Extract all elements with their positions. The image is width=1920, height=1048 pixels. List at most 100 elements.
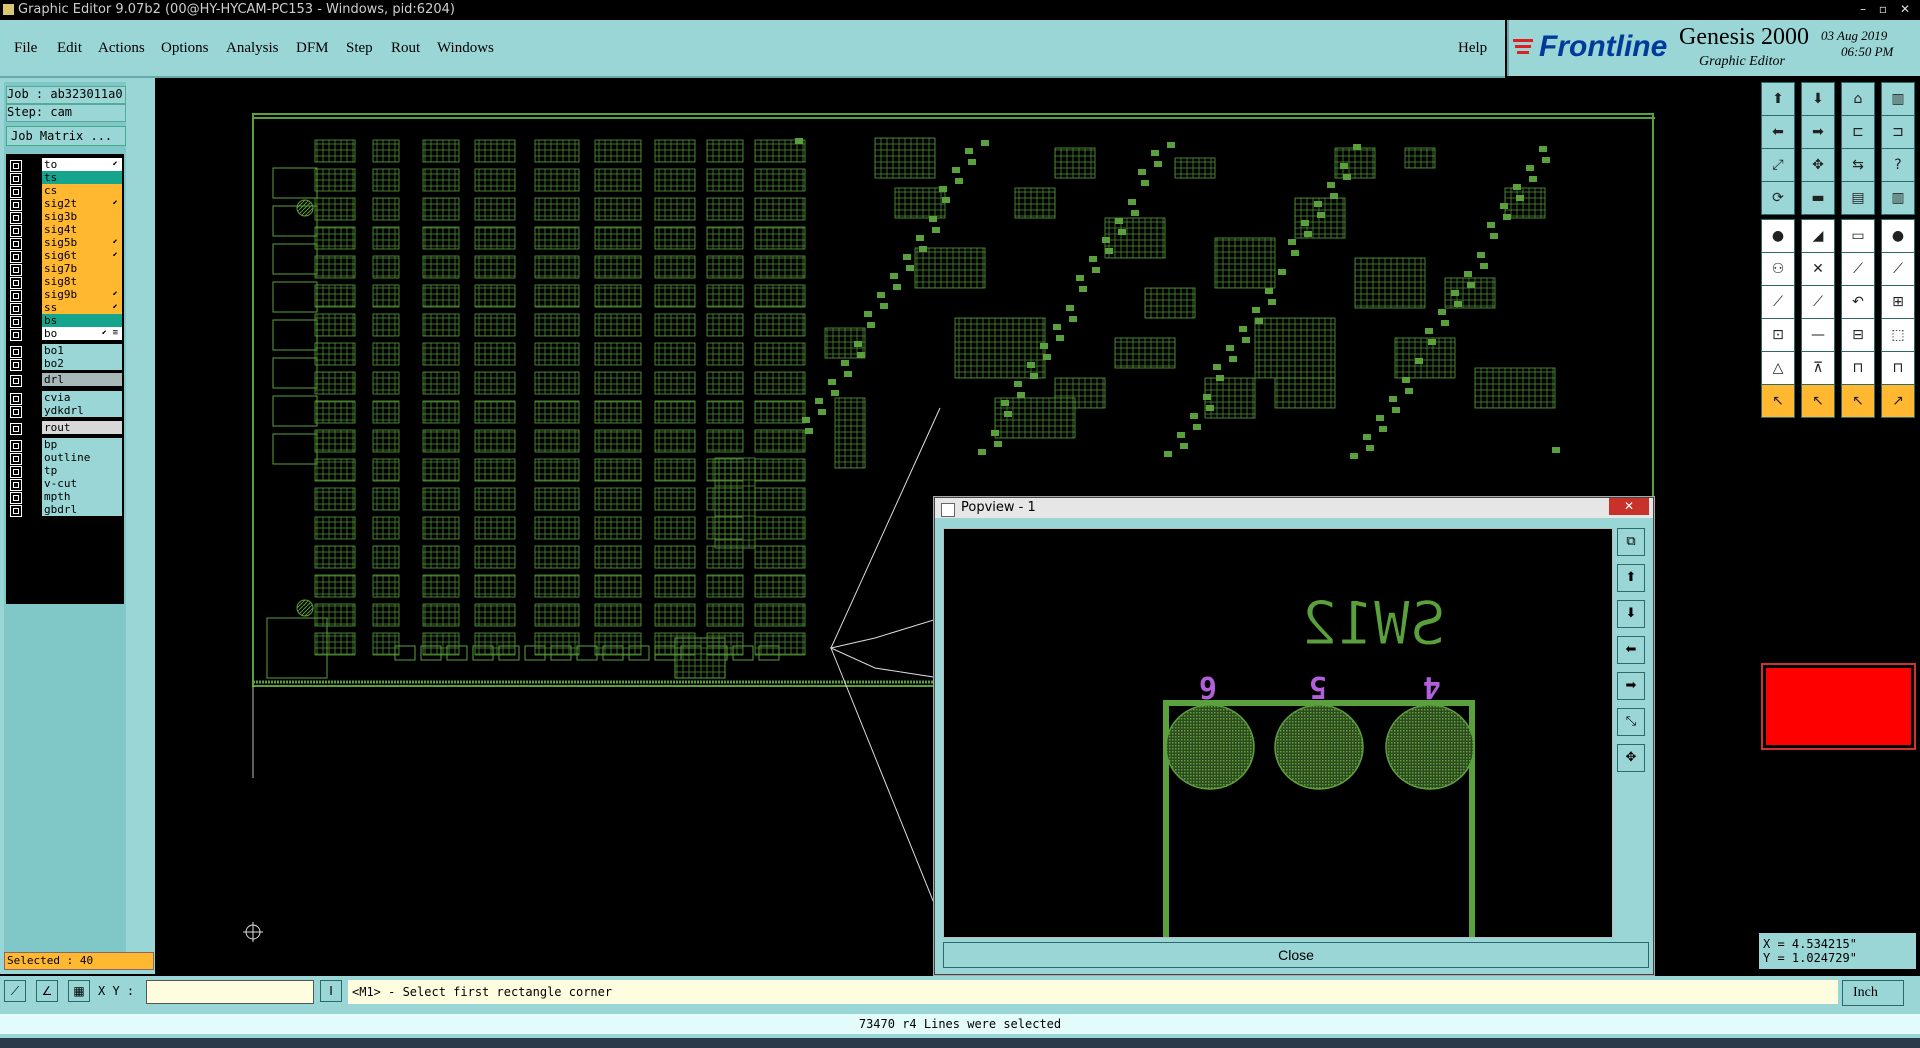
layer-name[interactable]: to ⬋ (42, 158, 122, 171)
popview-zoom-out-button[interactable]: ⤡ (1617, 708, 1645, 736)
tool-tri-a-icon[interactable]: △ (1761, 351, 1795, 385)
tool-line-a-icon[interactable]: ⟋ (1761, 285, 1795, 319)
tool-route-icon[interactable]: ⟋ (1881, 252, 1915, 286)
layer-name[interactable]: gbdrl (42, 503, 122, 516)
layer-row-bp[interactable]: bp (6, 438, 124, 452)
layer-row-ts[interactable]: ts (6, 171, 124, 185)
info-icon[interactable]: I (320, 980, 342, 1002)
tool-matrix-icon[interactable]: ⊞ (1881, 285, 1915, 319)
layer-row-sig7b[interactable]: sig7b (6, 262, 124, 276)
layer-checkbox[interactable] (10, 505, 22, 517)
menu-step[interactable]: Step (346, 40, 373, 57)
layer-row-cvia[interactable]: cvia (6, 391, 124, 405)
layer-row-mpth[interactable]: mpth (6, 490, 124, 504)
layer-checkbox[interactable] (10, 423, 22, 435)
layer-row-to[interactable]: to ⬋ (6, 158, 124, 172)
layer-name[interactable]: sig4t (42, 223, 122, 236)
layer-row-sig2t[interactable]: sig2t ⬋ (6, 197, 124, 211)
layer-row-bo1[interactable]: bo1 (6, 344, 124, 358)
popview-close-x-button[interactable]: ✕ (1609, 498, 1649, 515)
tool-measure-icon[interactable]: ⊟ (1841, 318, 1875, 352)
layer-name[interactable]: v-cut (42, 477, 122, 490)
tool-dash-icon[interactable]: — (1801, 318, 1835, 352)
layer-row-gbdrl[interactable]: gbdrl (6, 503, 124, 517)
popview-close-button[interactable]: Close (943, 942, 1649, 968)
tool-rotate-icon[interactable]: ⟳ (1761, 181, 1795, 215)
popview-canvas[interactable]: SW12 6 5 4 (943, 528, 1613, 946)
layer-name[interactable]: sig3b (42, 210, 122, 223)
tool-right-icon[interactable]: ➡ (1801, 115, 1835, 149)
layer-name[interactable]: tp (42, 464, 122, 477)
tool-fit-icon[interactable]: ⤢ (1761, 148, 1795, 182)
layer-name[interactable]: sig8t (42, 275, 122, 288)
tool-pad-icon[interactable]: ● (1761, 219, 1795, 253)
menu-file[interactable]: File (14, 40, 37, 57)
layer-name[interactable]: sig2t ⬋ (42, 197, 122, 210)
maximize-button[interactable]: ▫ (1876, 2, 1890, 16)
layer-row-tp[interactable]: tp (6, 464, 124, 478)
layer-name[interactable]: rout (42, 421, 122, 434)
layer-name[interactable]: ydkdrl (42, 404, 122, 417)
layer-row-ydkdrl[interactable]: ydkdrl (6, 404, 124, 418)
layer-name[interactable]: cvia (42, 391, 122, 404)
popview-pan-up-button[interactable]: ⬆ (1617, 564, 1645, 592)
layer-name[interactable]: sig6t ⬋ (42, 249, 122, 262)
tool-open-icon[interactable]: ⬆ (1761, 82, 1795, 116)
tool-connect-icon[interactable]: ⟋ (1841, 252, 1875, 286)
pad-4[interactable] (1385, 704, 1475, 790)
tool-pointer-b-icon[interactable]: ↖ (1801, 384, 1835, 418)
layer-row-rout[interactable]: rout (6, 421, 124, 435)
popview-zoom-fit-button[interactable]: ⧉ (1617, 528, 1645, 556)
popview-titlebar[interactable]: Popview - 1 ✕ (935, 498, 1653, 518)
menu-actions[interactable]: Actions (98, 40, 145, 57)
layer-name[interactable]: bo1 (42, 344, 122, 357)
pad-6[interactable] (1165, 704, 1255, 790)
tool-layout-icon[interactable]: ▥ (1881, 82, 1915, 116)
tool-pointer-icon[interactable]: ↖ (1761, 384, 1795, 418)
tool-meter-b-icon[interactable]: ▥ (1881, 181, 1915, 215)
layer-row-drl[interactable]: drl (6, 373, 124, 387)
popview-pan-right-button[interactable]: ➡ (1617, 672, 1645, 700)
tool-tri-b-icon[interactable]: ⊼ (1801, 351, 1835, 385)
draw-line-icon[interactable]: ⟋ (4, 980, 26, 1002)
tool-meter-a-icon[interactable]: ▤ (1841, 181, 1875, 215)
layer-name[interactable]: sig9b ⬋ (42, 288, 122, 301)
menu-rout[interactable]: Rout (391, 40, 420, 57)
layer-checkbox[interactable] (10, 406, 22, 418)
tool-line-icon[interactable]: ▬ (1801, 181, 1835, 215)
layer-name[interactable]: bp (42, 438, 122, 451)
tool-select-box-icon[interactable]: ⬚ (1881, 318, 1915, 352)
tool-pointer-c-icon[interactable]: ↖ (1841, 384, 1875, 418)
tool-bracket-l-icon[interactable]: ⊏ (1841, 115, 1875, 149)
tool-dot-icon[interactable]: ● (1881, 219, 1915, 253)
menu-windows[interactable]: Windows (437, 40, 494, 57)
popview-pan-left-button[interactable]: ⬅ (1617, 636, 1645, 664)
tool-pad-b-icon[interactable]: ⊡ (1761, 318, 1795, 352)
layer-row-sig6t[interactable]: sig6t ⬋ (6, 249, 124, 263)
layer-row-cs[interactable]: cs (6, 184, 124, 198)
layer-name[interactable]: cs (42, 184, 122, 197)
layer-row-ss[interactable]: ss ⬋ (6, 301, 124, 315)
tool-tri-d-icon[interactable]: ⊓ (1881, 351, 1915, 385)
popview-pan-down-button[interactable]: ⬇ (1617, 600, 1645, 628)
minimize-button[interactable]: – (1856, 2, 1870, 16)
layer-name[interactable]: drl (42, 373, 122, 386)
unit-selector[interactable]: Inch (1842, 980, 1904, 1006)
layer-name[interactable]: sig7b (42, 262, 122, 275)
tool-line-b-icon[interactable]: ⟋ (1801, 285, 1835, 319)
tool-net-icon[interactable]: ⚇ (1761, 252, 1795, 286)
tool-pointer-d-icon[interactable]: ↗ (1881, 384, 1915, 418)
menu-options[interactable]: Options (161, 40, 209, 57)
layer-row-sig5b[interactable]: sig5b ⬋ (6, 236, 124, 250)
tool-pan-icon[interactable]: ✥ (1801, 148, 1835, 182)
menu-help[interactable]: Help (1458, 40, 1487, 57)
tool-ruler-icon[interactable]: ▭ (1841, 219, 1875, 253)
tool-cross-icon[interactable]: ✕ (1801, 252, 1835, 286)
layer-checkbox[interactable] (10, 375, 22, 387)
layer-name[interactable]: mpth (42, 490, 122, 503)
menu-analysis[interactable]: Analysis (226, 40, 279, 57)
layer-name[interactable]: bs (42, 314, 122, 327)
tool-undo-icon[interactable]: ↶ (1841, 285, 1875, 319)
menu-dfm[interactable]: DFM (296, 40, 329, 57)
layer-name[interactable]: bo2 (42, 357, 122, 370)
